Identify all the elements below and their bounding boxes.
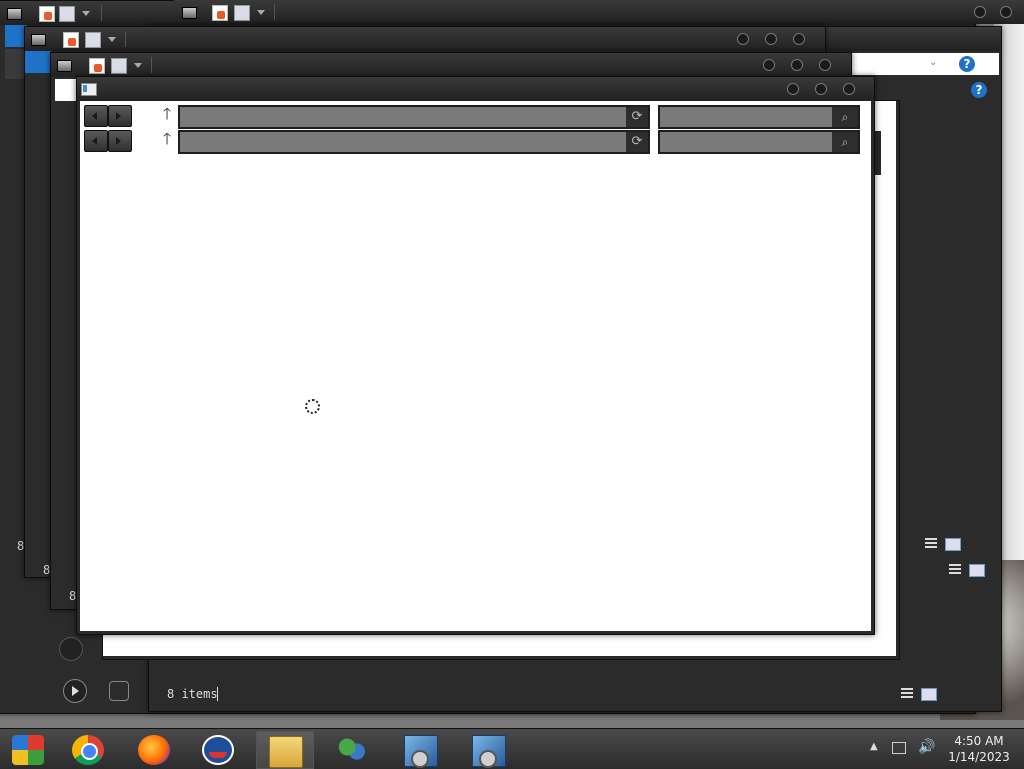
- taskbar-item-setup-2[interactable]: [460, 731, 516, 768]
- messenger-icon: [336, 735, 368, 765]
- status-item-count: 8 items: [167, 687, 218, 701]
- taskbar-item-file-explorer[interactable]: [256, 731, 314, 769]
- taskbar-item-messenger[interactable]: [324, 731, 380, 767]
- back-button[interactable]: [84, 105, 108, 127]
- properties-icon[interactable]: [89, 58, 105, 74]
- close-button[interactable]: [819, 59, 831, 71]
- network-icon[interactable]: [892, 742, 906, 754]
- properties-icon[interactable]: [63, 32, 79, 48]
- properties-icon[interactable]: [39, 6, 55, 22]
- forward-arrow-icon: [116, 137, 121, 145]
- play-icon[interactable]: [63, 679, 87, 703]
- view-switcher[interactable]: [925, 537, 961, 551]
- new-folder-icon[interactable]: [234, 5, 250, 21]
- folder-explorer-icon: [269, 736, 303, 768]
- search-input[interactable]: ⌕: [658, 130, 860, 154]
- refresh-icon[interactable]: ⟳: [626, 107, 648, 127]
- show-hidden-icons-icon[interactable]: ▲: [870, 741, 878, 752]
- windows-logo-icon: [12, 735, 44, 765]
- minimize-button[interactable]: [974, 6, 986, 18]
- address-bar[interactable]: ⟳: [178, 130, 650, 154]
- chevron-down-icon[interactable]: [107, 36, 117, 46]
- installer-icon: [472, 735, 506, 768]
- maximize-button[interactable]: [765, 33, 777, 45]
- firefox-icon: [138, 735, 170, 765]
- minimize-button[interactable]: [763, 59, 775, 71]
- app-icon[interactable]: [109, 681, 129, 701]
- explorer-window-front[interactable]: 🡑 ⟳ ⌕ 🡑 ⟳ ⌕: [76, 76, 875, 635]
- system-menu-icon[interactable]: [31, 34, 46, 46]
- system-menu-icon[interactable]: [182, 7, 197, 19]
- volume-icon[interactable]: 🔊: [918, 739, 935, 755]
- search-input[interactable]: ⌕: [658, 105, 860, 129]
- ribbon-tab-file[interactable]: [25, 51, 51, 73]
- forward-arrow-icon: [116, 112, 121, 120]
- taskbar-item-firefox[interactable]: [126, 731, 182, 767]
- close-button[interactable]: [793, 33, 805, 45]
- large-icons-view-icon[interactable]: [969, 564, 985, 577]
- refresh-icon[interactable]: ⟳: [626, 132, 648, 152]
- maximize-button[interactable]: [791, 59, 803, 71]
- minimize-button[interactable]: [787, 83, 799, 95]
- close-button[interactable]: [1000, 6, 1012, 18]
- title-bar[interactable]: [77, 77, 874, 101]
- taskbar-item-chrome[interactable]: [60, 731, 116, 767]
- help-icon[interactable]: ?: [959, 56, 975, 72]
- large-icons-view-icon[interactable]: [945, 538, 961, 551]
- details-view-icon[interactable]: [901, 688, 913, 700]
- system-tray: ▲ 🔊: [868, 729, 948, 769]
- clock-time: 4:50 AM: [954, 734, 1004, 748]
- system-menu-icon[interactable]: [7, 8, 22, 20]
- properties-icon[interactable]: [212, 5, 228, 21]
- clock-date: 1/14/2023: [948, 750, 1010, 764]
- busy-cursor-icon: [305, 399, 320, 414]
- installer-icon: [404, 735, 438, 768]
- title-bar[interactable]: [25, 27, 825, 51]
- chrome-icon: [72, 735, 104, 765]
- system-menu-icon[interactable]: [57, 60, 72, 72]
- title-bar[interactable]: [174, 0, 1024, 24]
- obama-logo-icon: [202, 735, 234, 765]
- minimize-button[interactable]: [737, 33, 749, 45]
- chevron-down-icon[interactable]: [133, 62, 143, 72]
- back-arrow-icon: [92, 137, 97, 145]
- content-area: 🡑 ⟳ ⌕ 🡑 ⟳ ⌕: [80, 101, 871, 631]
- details-view-icon[interactable]: [925, 538, 937, 550]
- start-button[interactable]: [0, 731, 56, 767]
- taskbar: ▲ 🔊 4:50 AM 1/14/2023: [0, 728, 1024, 769]
- address-bar[interactable]: ⟳: [178, 105, 650, 129]
- chevron-down-icon[interactable]: [81, 10, 91, 20]
- clock[interactable]: 4:50 AM 1/14/2023: [940, 733, 1018, 765]
- status-separator: [217, 687, 218, 701]
- view-switcher[interactable]: [949, 563, 985, 577]
- explorer-window-back-2[interactable]: [174, 0, 1024, 24]
- edge: [875, 131, 881, 175]
- search-icon[interactable]: ⌕: [832, 132, 858, 152]
- new-folder-icon[interactable]: [59, 6, 75, 22]
- new-folder-icon[interactable]: [111, 58, 127, 74]
- content-edge: [55, 79, 77, 101]
- forward-button[interactable]: [108, 130, 132, 152]
- chevron-down-icon[interactable]: ⌄: [929, 57, 937, 68]
- up-button[interactable]: 🡑: [160, 105, 174, 125]
- up-button[interactable]: 🡑: [160, 130, 174, 150]
- large-icons-view-icon[interactable]: [921, 688, 937, 701]
- search-icon[interactable]: ⌕: [832, 107, 858, 127]
- back-arrow-icon: [92, 112, 97, 120]
- forward-button[interactable]: [108, 105, 132, 127]
- help-area: ?: [969, 79, 991, 101]
- details-view-icon[interactable]: [949, 564, 961, 576]
- new-folder-icon[interactable]: [85, 32, 101, 48]
- maximize-button[interactable]: [815, 83, 827, 95]
- window-icon[interactable]: [81, 83, 97, 96]
- taskbar-item-campaign-app[interactable]: [190, 731, 246, 767]
- chevron-down-icon[interactable]: [256, 9, 266, 19]
- back-button[interactable]: [84, 130, 108, 152]
- view-switcher[interactable]: [901, 687, 937, 701]
- taskbar-item-setup-1[interactable]: [392, 731, 448, 768]
- title-bar[interactable]: [51, 53, 851, 77]
- close-button[interactable]: [843, 83, 855, 95]
- help-icon[interactable]: ?: [971, 82, 987, 98]
- circle-icon[interactable]: [59, 637, 83, 661]
